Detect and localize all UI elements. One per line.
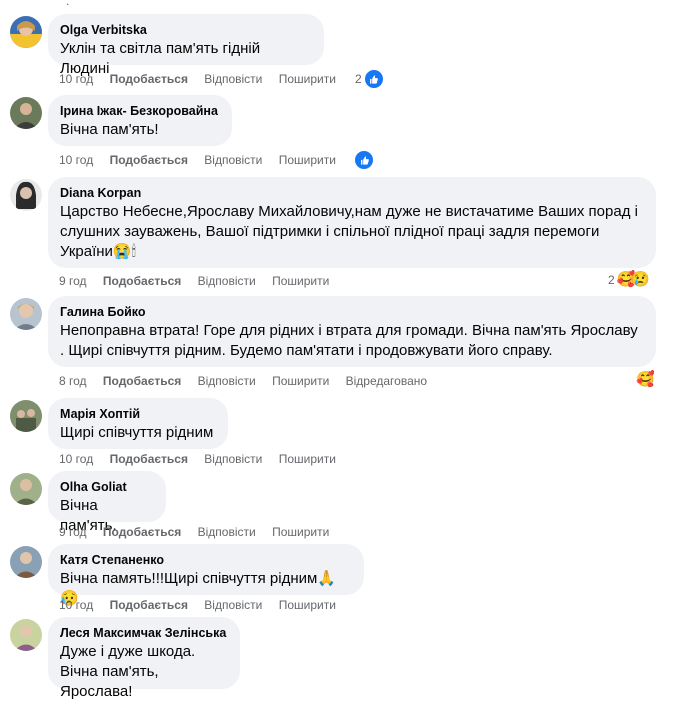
avatar[interactable] (10, 179, 42, 211)
share-button[interactable]: Поширити (279, 152, 336, 168)
avatar[interactable] (10, 400, 42, 432)
sad-icon: 😢 (631, 271, 651, 288)
comment-text: Дуже і дуже шкода. Вічна пам'ять, Яросла… (60, 643, 196, 700)
timestamp[interactable]: 10 год (59, 597, 93, 613)
reply-button[interactable]: Відповісти (204, 597, 262, 613)
comment-actions: 9 год Подобається Відповісти Поширити (59, 524, 342, 540)
commenter-name[interactable]: Olga Verbitska (60, 22, 312, 38)
commenter-name[interactable]: Diana Korpan (60, 185, 644, 201)
comment-bubble: Ірина Іжак- Безкоровайна Вічна пам'ять! (48, 95, 232, 146)
avatar[interactable] (10, 473, 42, 505)
comment-actions: 8 год Подобається Відповісти Поширити Ві… (59, 373, 440, 389)
like-icon (354, 150, 374, 170)
comment-text: Царство Небесне,Ярославу Михайловичу,нам… (60, 203, 643, 260)
like-icon (363, 69, 384, 89)
like-button[interactable]: Подобається (110, 152, 188, 168)
avatar[interactable] (10, 619, 42, 651)
timestamp[interactable]: 10 год (59, 451, 93, 467)
timestamp[interactable]: 8 год (59, 373, 87, 389)
reaction-summary[interactable]: 2 (355, 69, 384, 89)
like-button[interactable]: Подобається (103, 524, 181, 540)
previous-comment-fragment: . (66, 0, 70, 8)
reply-button[interactable]: Відповісти (204, 152, 262, 168)
reaction-count: 2 (608, 273, 615, 287)
comment-bubble: Галина Бойко Непоправна втрата! Горе для… (48, 296, 656, 367)
reply-button[interactable]: Відповісти (198, 373, 256, 389)
share-button[interactable]: Поширити (272, 273, 329, 289)
timestamp[interactable]: 9 год (59, 273, 87, 289)
comment-text: Вічна пам'ять! (60, 121, 159, 138)
commenter-name[interactable]: Марія Хоптій (60, 406, 216, 422)
avatar[interactable] (10, 298, 42, 330)
timestamp[interactable]: 10 год (59, 152, 93, 168)
comment-bubble: Olha Goliat Вічна пам'ять. (48, 471, 166, 534)
share-button[interactable]: Поширити (279, 451, 336, 467)
comment-actions: 10 год Подобається Відповісти Поширити (59, 597, 349, 613)
share-button[interactable]: Поширити (272, 524, 329, 540)
comment-actions: 10 год Подобається Відповісти Поширити (59, 71, 349, 87)
reaction-summary[interactable]: 🥰 (636, 371, 655, 389)
commenter-name[interactable]: Olha Goliat (60, 479, 154, 495)
avatar[interactable] (10, 97, 42, 129)
avatar[interactable] (10, 546, 42, 578)
commenter-name[interactable]: Галина Бойко (60, 304, 644, 320)
like-button[interactable]: Подобається (110, 71, 188, 87)
comment-actions: 9 год Подобається Відповісти Поширити (59, 273, 342, 289)
edited-label[interactable]: Відредаговано (346, 373, 427, 389)
reaction-summary[interactable]: 2 🥰 😢 (608, 271, 650, 289)
like-button[interactable]: Подобається (103, 273, 181, 289)
like-button[interactable]: Подобається (110, 451, 188, 467)
avatar[interactable] (10, 16, 42, 48)
comment-bubble: Леся Максимчак Зелінська Дуже і дуже шко… (48, 617, 240, 700)
reply-button[interactable]: Відповісти (204, 451, 262, 467)
timestamp[interactable]: 10 год (59, 71, 93, 87)
commenter-name[interactable]: Ірина Іжак- Безкоровайна (60, 103, 220, 119)
like-button[interactable]: Подобається (103, 373, 181, 389)
care-icon: 🥰 (636, 371, 655, 388)
comment-bubble: Катя Степаненко Вічна память!!!Щирі спів… (48, 544, 364, 607)
comment-bubble: Diana Korpan Царство Небесне,Ярославу Ми… (48, 177, 656, 268)
timestamp[interactable]: 9 год (59, 524, 87, 540)
share-button[interactable]: Поширити (279, 71, 336, 87)
comment-actions: 10 год Подобається Відповісти Поширити (59, 451, 349, 467)
commenter-name[interactable]: Катя Степаненко (60, 552, 352, 568)
share-button[interactable]: Поширити (272, 373, 329, 389)
share-button[interactable]: Поширити (279, 597, 336, 613)
comment-text: Щирі співчуття рідним (60, 424, 214, 441)
reply-button[interactable]: Відповісти (198, 524, 256, 540)
comment-bubble: Марія Хоптій Щирі співчуття рідним (48, 398, 228, 449)
comment-actions: 10 год Подобається Відповісти Поширити (59, 152, 349, 168)
reaction-summary[interactable] (354, 150, 374, 170)
like-button[interactable]: Подобається (110, 597, 188, 613)
reply-button[interactable]: Відповісти (198, 273, 256, 289)
reply-button[interactable]: Відповісти (204, 71, 262, 87)
commenter-name[interactable]: Леся Максимчак Зелінська (60, 625, 228, 641)
comment-text: Непоправна втрата! Горе для рідних і втр… (60, 322, 642, 359)
reaction-count: 2 (355, 72, 362, 86)
comment-bubble: Olga Verbitska Уклін та світла пам'ять г… (48, 14, 324, 77)
